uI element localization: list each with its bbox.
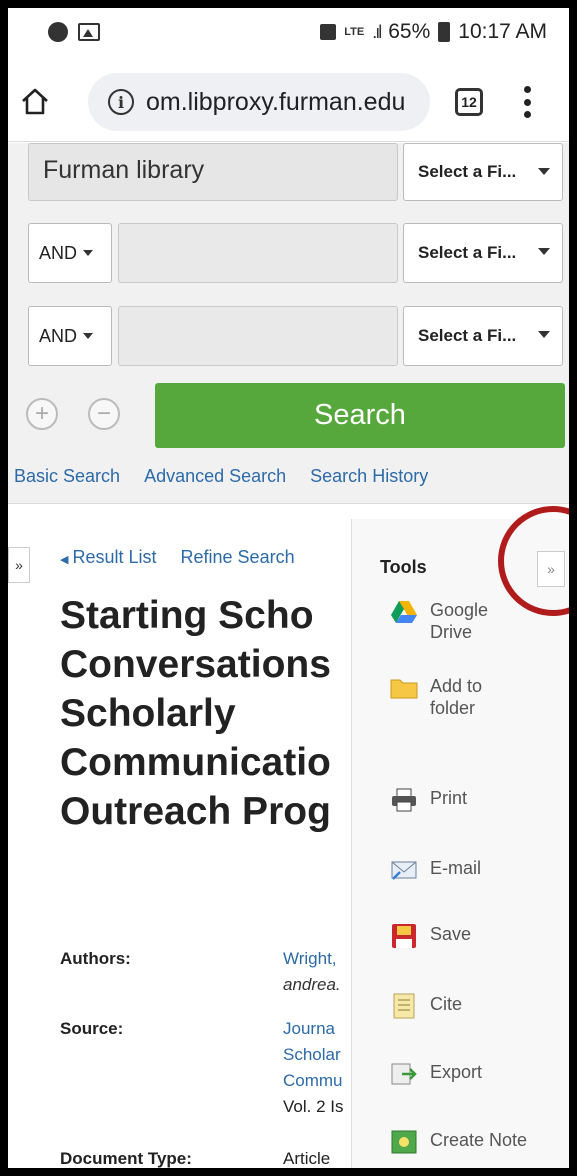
source-volume: Vol. 2 Is <box>283 1097 344 1116</box>
email-icon <box>391 861 417 880</box>
clock: 10:17 AM <box>458 20 547 43</box>
dropdown-caret-icon <box>538 248 550 255</box>
note-icon <box>391 1130 417 1154</box>
tool-label: Google Drive <box>430 600 489 642</box>
notification-dot-icon <box>48 22 68 42</box>
search-query-input[interactable]: Furman library <box>28 143 398 201</box>
search-history-link[interactable]: Search History <box>310 466 428 487</box>
tool-export[interactable]: Export <box>390 1061 482 1087</box>
authors-value[interactable]: Wright, <box>283 947 337 971</box>
browser-toolbar: i om.libproxy.furman.edu 12 <box>8 60 569 142</box>
basic-search-link[interactable]: Basic Search <box>14 466 120 487</box>
home-icon[interactable] <box>20 86 50 116</box>
bool-label: AND <box>39 325 78 346</box>
signal-icon: .ıl <box>372 21 382 42</box>
alarm-icon <box>320 24 337 40</box>
authors-email: andrea. <box>283 975 341 994</box>
field-select-label: Select a Fi... <box>418 243 517 262</box>
title-line: Scholarly <box>60 692 236 735</box>
field-select-3[interactable]: Select a Fi... <box>403 306 563 366</box>
record-title: Starting Scho Conversations Scholarly Co… <box>60 591 351 836</box>
info-icon[interactable]: i <box>108 89 134 115</box>
tools-panel: Tools » Google Drive Add to folder Print <box>351 519 569 1168</box>
tools-title: Tools <box>380 557 427 577</box>
dropdown-caret-icon <box>83 250 94 256</box>
result-list-label: Result List <box>72 547 157 567</box>
title-line: Starting Scho <box>60 594 314 637</box>
export-icon <box>391 1063 417 1085</box>
divider <box>8 503 569 519</box>
search-mode-links: Basic Search Advanced Search Search Hist… <box>14 466 428 487</box>
back-triangle-icon: ◀ <box>60 554 69 566</box>
status-bar: LTE .ıl 65% 10:17 AM <box>8 8 569 58</box>
source-line[interactable]: Scholar <box>283 1043 341 1067</box>
image-notification-icon <box>78 23 100 41</box>
url-text: om.libproxy.furman.edu <box>146 87 406 116</box>
bool-operator-select-1[interactable]: AND <box>28 223 112 283</box>
field-select-2[interactable]: Select a Fi... <box>403 223 563 283</box>
refine-search-link[interactable]: Refine Search <box>181 547 295 568</box>
doctype-label: Document Type: <box>60 1149 192 1168</box>
search-term-input-2[interactable] <box>118 223 398 283</box>
dropdown-caret-icon <box>83 333 94 339</box>
doctype-value: Article <box>283 1149 331 1168</box>
field-select-1[interactable]: Select a Fi... <box>403 143 563 201</box>
search-form: Furman library Select a Fi... AND Select… <box>8 143 569 503</box>
source-line[interactable]: Journa <box>283 1017 335 1041</box>
authors-label: Authors: <box>60 949 131 968</box>
title-line: Outreach Prog <box>60 790 331 833</box>
tool-create-note[interactable]: Create Note <box>390 1129 527 1155</box>
battery-icon <box>438 22 451 42</box>
save-icon <box>392 924 416 948</box>
add-row-icon[interactable]: + <box>26 398 58 430</box>
tool-label: Cite <box>430 994 463 1014</box>
search-button[interactable]: Search <box>155 383 565 448</box>
source-line[interactable]: Commu <box>283 1069 343 1093</box>
expand-left-panel-icon[interactable]: » <box>8 547 30 583</box>
dropdown-caret-icon <box>538 168 550 175</box>
tool-add-to-folder[interactable]: Add to folder <box>390 675 482 719</box>
tool-label: Export <box>430 1062 483 1082</box>
screen: LTE .ıl 65% 10:17 AM i om.libproxy.furma… <box>8 8 569 1168</box>
search-term-input-3[interactable] <box>118 306 398 366</box>
tool-print[interactable]: Print <box>390 787 467 813</box>
tool-label: Save <box>430 924 472 944</box>
address-bar[interactable]: i om.libproxy.furman.edu <box>88 73 430 131</box>
printer-icon <box>392 788 416 812</box>
google-drive-icon <box>391 601 417 623</box>
record-nav: ◀ Result List Refine Search <box>60 547 295 568</box>
battery-percent: 65% <box>388 20 431 43</box>
remove-row-icon[interactable]: − <box>88 398 120 430</box>
record-detail: » ◀ Result List Refine Search Starting Sc… <box>8 519 351 1168</box>
bool-label: AND <box>39 242 78 263</box>
folder-icon <box>390 679 418 699</box>
dropdown-caret-icon <box>538 331 550 338</box>
bool-operator-select-2[interactable]: AND <box>28 306 112 366</box>
source-label: Source: <box>60 1019 124 1038</box>
cite-icon <box>393 993 415 1019</box>
field-select-label: Select a Fi... <box>418 162 517 181</box>
tab-switcher-button[interactable]: 12 <box>455 88 483 116</box>
tool-label: E-mail <box>430 858 482 878</box>
tool-google-drive[interactable]: Google Drive <box>390 599 488 643</box>
field-select-label: Select a Fi... <box>418 326 517 345</box>
tool-label: Add to folder <box>430 676 483 718</box>
tool-label: Print <box>430 788 468 808</box>
title-line: Conversations <box>60 643 331 686</box>
title-line: Communicatio <box>60 741 331 784</box>
overflow-menu-icon[interactable] <box>522 86 532 118</box>
tool-cite[interactable]: Cite <box>390 993 462 1019</box>
result-list-link[interactable]: ◀ Result List <box>60 547 157 568</box>
tool-email[interactable]: E-mail <box>390 857 481 883</box>
tool-save[interactable]: Save <box>390 923 471 949</box>
tool-label: Create Note <box>430 1130 528 1150</box>
advanced-search-link[interactable]: Advanced Search <box>144 466 286 487</box>
network-type: LTE <box>344 25 365 38</box>
